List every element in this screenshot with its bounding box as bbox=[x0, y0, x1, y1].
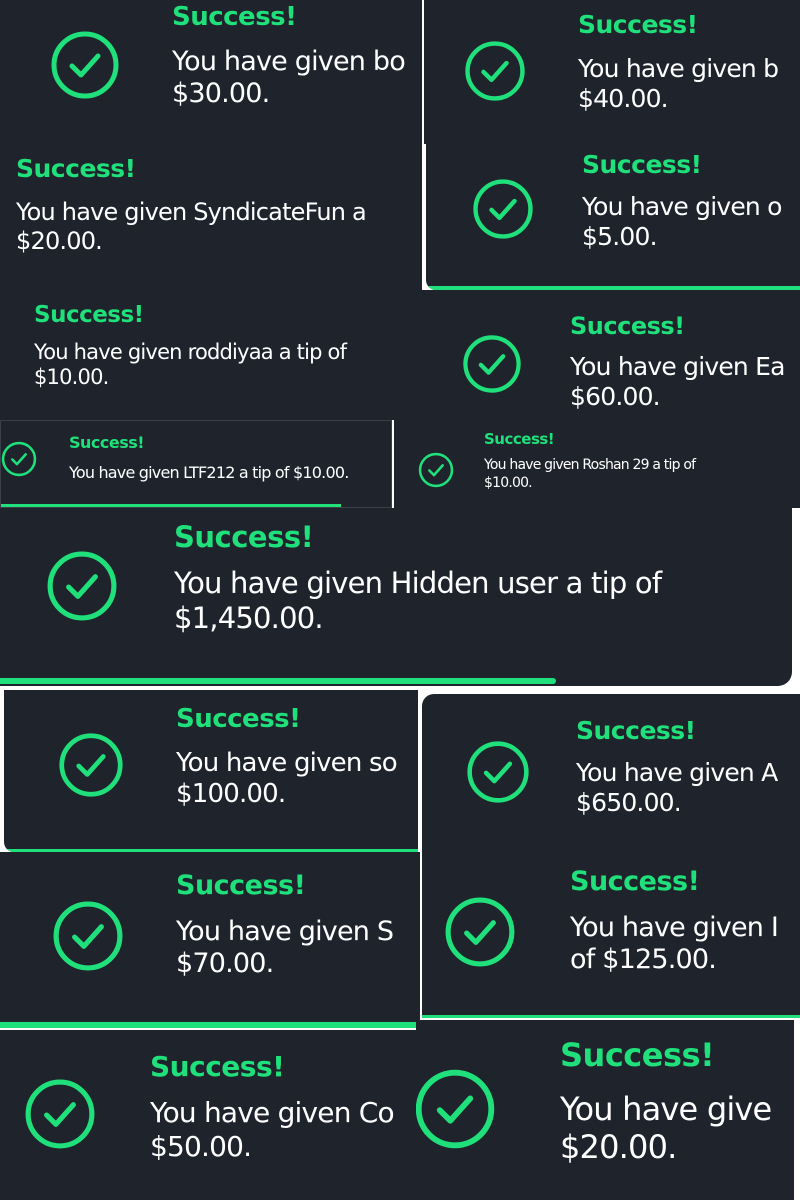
progress-bar bbox=[0, 1022, 420, 1028]
toast-amount: $10.00. bbox=[34, 365, 109, 390]
success-toast: Success! You have given Roshan 29 a tip … bbox=[394, 420, 800, 508]
toast-title: Success! bbox=[176, 704, 301, 734]
success-toast: Success! You have give $20.00. bbox=[416, 1020, 794, 1200]
toast-message-line: You have given LTF212 a tip of $10.00. bbox=[69, 463, 349, 482]
toast-message-line: You have give bbox=[560, 1090, 772, 1128]
toast-title: Success! bbox=[484, 430, 555, 448]
toast-title: Success! bbox=[16, 154, 136, 183]
toast-amount: $10.00. bbox=[484, 475, 533, 492]
toast-message: You have given S $70.00. bbox=[176, 916, 394, 981]
toast-message-line: You have given bo bbox=[172, 46, 406, 77]
progress-bar bbox=[1, 504, 341, 507]
toast-title: Success! bbox=[174, 520, 314, 554]
success-toast: Success! You have given roddiyaa a tip o… bbox=[0, 290, 418, 420]
toast-message-line: You have given Hidden user a tip of bbox=[174, 566, 662, 600]
toast-amount: $20.00. bbox=[560, 1128, 677, 1167]
toast-amount: $40.00. bbox=[578, 84, 669, 113]
toast-title: Success! bbox=[69, 433, 145, 452]
toast-message-line: You have given so bbox=[176, 748, 398, 778]
toast-amount: $100.00. bbox=[176, 779, 286, 810]
success-toast: Success! You have given so $100.00. bbox=[4, 690, 418, 852]
toast-message-line: You have given Co bbox=[150, 1096, 395, 1129]
check-circle-icon bbox=[418, 452, 454, 488]
toast-title: Success! bbox=[172, 2, 297, 32]
toast-amount: $1,450.00. bbox=[174, 600, 324, 635]
check-circle-icon bbox=[465, 41, 525, 101]
toast-message: You have given so $100.00. bbox=[176, 748, 398, 810]
check-circle-icon bbox=[445, 897, 515, 967]
toast-message-line: You have given Roshan 29 a tip of bbox=[484, 457, 696, 473]
toast-title: Success! bbox=[34, 302, 144, 328]
toast-message: You have given SyndicateFun a $20.00. bbox=[16, 198, 367, 256]
toast-amount: $50.00. bbox=[150, 1129, 252, 1163]
check-circle-icon bbox=[473, 179, 533, 239]
toast-amount: $20.00. bbox=[16, 226, 103, 255]
check-circle-icon bbox=[1, 441, 37, 477]
toast-title: Success! bbox=[570, 866, 700, 897]
check-circle-icon bbox=[51, 31, 119, 99]
toast-message: You have given Hidden user a tip of $1,4… bbox=[174, 566, 662, 636]
check-circle-icon bbox=[416, 1069, 495, 1149]
toast-title: Success! bbox=[582, 150, 702, 179]
toast-amount: $5.00. bbox=[582, 222, 658, 251]
toast-title: Success! bbox=[576, 716, 696, 745]
toast-message: You have given b $40.00. bbox=[578, 54, 779, 114]
toast-message: You have given LTF212 a tip of $10.00. bbox=[69, 463, 349, 482]
toast-amount: $70.00. bbox=[176, 948, 274, 980]
success-toast: Success! You have given LTF212 a tip of … bbox=[0, 420, 392, 508]
toast-message-line: You have given o bbox=[582, 192, 782, 221]
progress-bar bbox=[0, 678, 556, 684]
toast-title: Success! bbox=[570, 312, 685, 340]
toast-title: Success! bbox=[150, 1050, 285, 1083]
toast-message-line: You have given A bbox=[576, 758, 778, 787]
toast-amount: of $125.00. bbox=[570, 944, 717, 976]
toast-message-line: You have given b bbox=[578, 54, 779, 83]
toast-title: Success! bbox=[560, 1036, 715, 1074]
toast-amount: $30.00. bbox=[172, 78, 270, 110]
check-circle-icon bbox=[47, 551, 117, 621]
success-toast: Success! You have given A $650.00. bbox=[422, 694, 800, 854]
toast-title: Success! bbox=[176, 870, 306, 901]
success-toast: Success! You have given o $5.00. bbox=[426, 144, 800, 290]
success-toast: Success! You have given SyndicateFun a $… bbox=[0, 142, 422, 290]
toast-message-line: You have given I bbox=[570, 912, 779, 943]
check-circle-icon bbox=[463, 335, 521, 393]
toast-message: You have given A $650.00. bbox=[576, 758, 778, 818]
progress-bar bbox=[422, 1015, 800, 1018]
toast-message-line: You have given roddiyaa a tip of bbox=[34, 340, 347, 364]
check-circle-icon bbox=[467, 741, 529, 803]
check-circle-icon bbox=[25, 1079, 95, 1149]
toast-message: You have given Ea $60.00. bbox=[570, 352, 785, 412]
toast-title: Success! bbox=[578, 10, 698, 39]
toast-message: You have give $20.00. bbox=[560, 1090, 772, 1167]
success-toast: Success! You have given b $40.00. bbox=[424, 0, 800, 144]
success-toast: Success! You have given Ea $60.00. bbox=[418, 290, 800, 420]
success-toast: Success! You have given I of $125.00. bbox=[422, 854, 800, 1018]
success-toast: Success! You have given S $70.00. bbox=[0, 852, 420, 1028]
toast-message: You have given Co $50.00. bbox=[150, 1096, 395, 1163]
toast-amount: $650.00. bbox=[576, 788, 682, 817]
success-toast: Success! You have given bo $30.00. bbox=[0, 0, 422, 142]
toast-message: You have given Roshan 29 a tip of $10.00… bbox=[484, 456, 696, 492]
success-toast: Success! You have given Co $50.00. bbox=[0, 1030, 416, 1200]
check-circle-icon bbox=[59, 733, 123, 797]
success-toast: Success! You have given Hidden user a ti… bbox=[0, 508, 792, 686]
toast-message: You have given o $5.00. bbox=[582, 192, 782, 252]
toast-message: You have given roddiyaa a tip of $10.00. bbox=[34, 340, 347, 390]
toast-message-line: You have given S bbox=[176, 916, 394, 947]
check-circle-icon bbox=[53, 901, 123, 971]
toast-amount: $60.00. bbox=[570, 382, 661, 411]
toast-message: You have given bo $30.00. bbox=[172, 46, 406, 111]
toast-message-line: You have given SyndicateFun a bbox=[16, 198, 367, 226]
toast-message: You have given I of $125.00. bbox=[570, 912, 779, 977]
toast-message-line: You have given Ea bbox=[570, 352, 785, 381]
